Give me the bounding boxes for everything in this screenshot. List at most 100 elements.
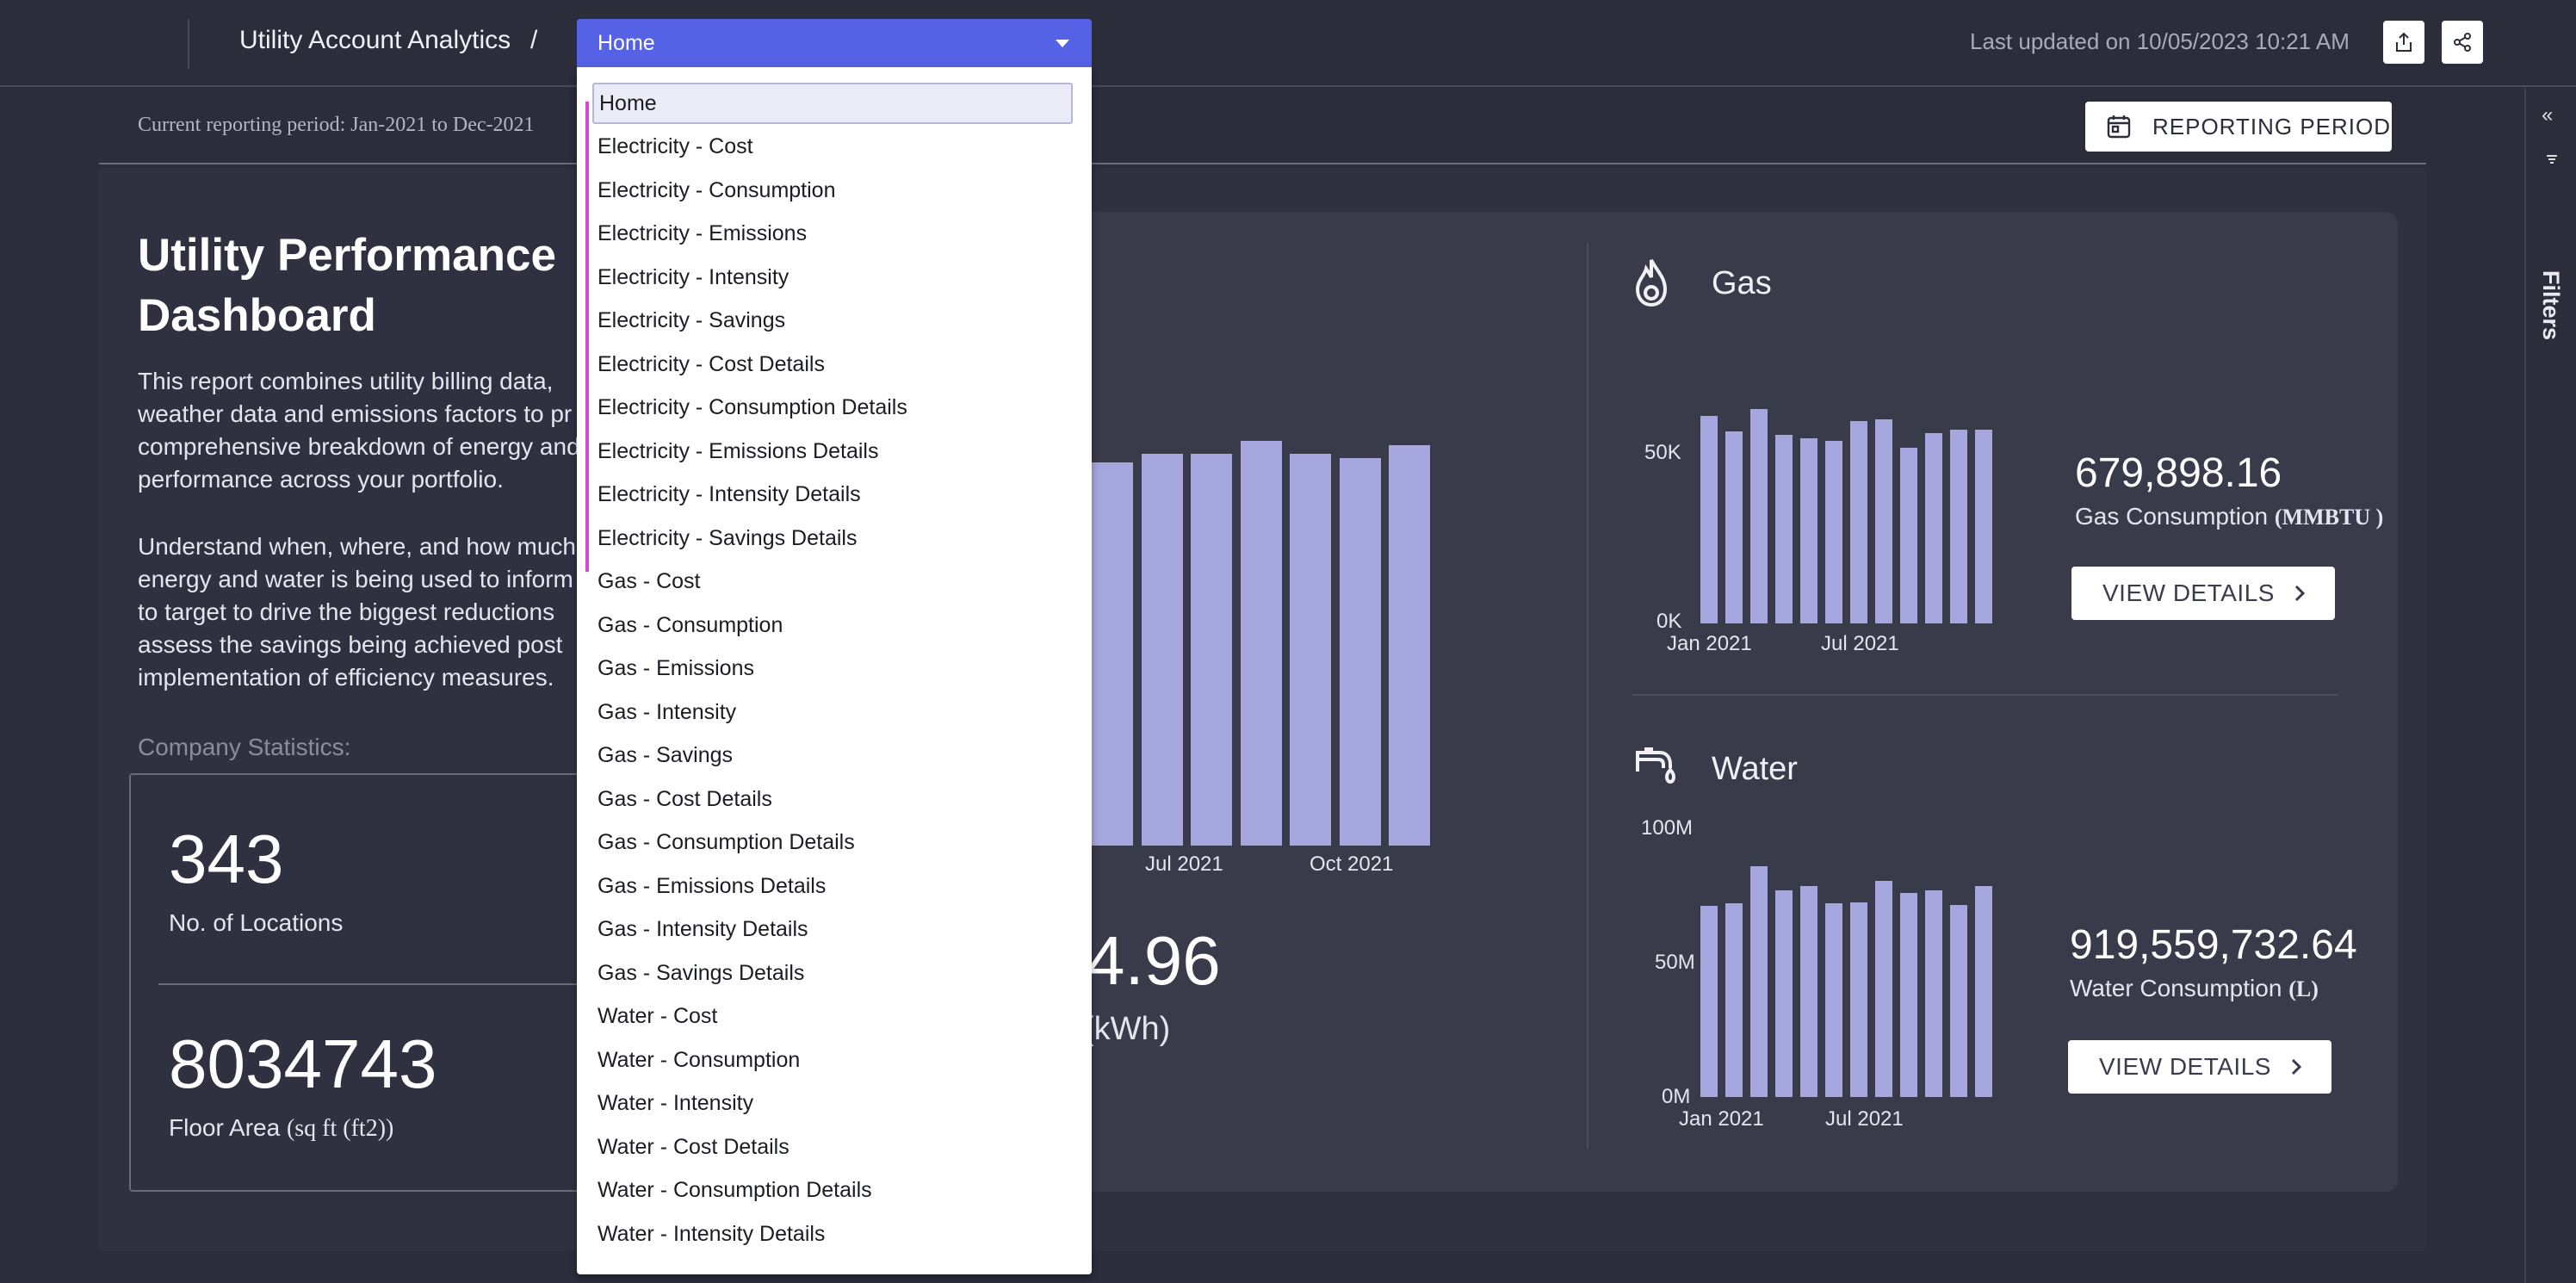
- dropdown-option[interactable]: Gas - Intensity Details: [592, 909, 1073, 951]
- x-tick-label: Jan 2021: [1667, 632, 1752, 655]
- dropdown-option[interactable]: Water - Consumption: [592, 1039, 1073, 1081]
- dropdown-option[interactable]: Water - Intensity Details: [592, 1213, 1073, 1255]
- caret-down-icon: [1056, 40, 1069, 47]
- water-consumption-label-text: Water Consumption: [2070, 975, 2282, 1001]
- locations-value: 343: [169, 821, 284, 897]
- page-select-dropdown[interactable]: Home Electricity - Cost Electricity - Cons…: [577, 67, 1092, 1274]
- y-tick-label: 0M: [1662, 1085, 1691, 1108]
- electricity-bar: [1092, 462, 1133, 846]
- dropdown-option[interactable]: Electricity - Intensity: [592, 257, 1073, 298]
- water-bar: [1875, 881, 1892, 1097]
- dropdown-option[interactable]: Water - Cost: [592, 996, 1073, 1038]
- page-select-value: Home: [598, 30, 655, 55]
- filter-icon: [2547, 155, 2557, 164]
- gas-bar: [1825, 441, 1842, 623]
- water-consumption-label: Water Consumption (L): [2070, 975, 2319, 1002]
- water-bar: [1925, 890, 1942, 1097]
- y-tick-label: 100M: [1641, 816, 1694, 840]
- dropdown-option[interactable]: Electricity - Cost: [592, 127, 1073, 168]
- gas-bar: [1800, 438, 1817, 623]
- dropdown-option[interactable]: Gas - Intensity: [592, 691, 1073, 733]
- gas-bar: [1950, 430, 1967, 623]
- dropdown-option[interactable]: Electricity - Cost Details: [592, 344, 1073, 385]
- water-bar: [1725, 903, 1743, 1097]
- dropdown-option[interactable]: Electricity - Emissions Details: [592, 431, 1073, 472]
- gas-consumption-unit: (MMBTU ): [2274, 505, 2384, 530]
- divider: [1632, 694, 2338, 696]
- dropdown-option[interactable]: Gas - Savings Details: [592, 952, 1073, 994]
- water-bar: [1975, 886, 1992, 1097]
- water-bar: [1775, 890, 1793, 1097]
- divider: [158, 983, 606, 985]
- dropdown-option[interactable]: Gas - Savings: [592, 735, 1073, 777]
- x-tick-label: Jan 2021: [1679, 1107, 1764, 1131]
- flame-icon: [1635, 259, 1668, 307]
- water-bar: [1900, 893, 1917, 1097]
- dropdown-option[interactable]: Gas - Consumption: [592, 604, 1073, 646]
- dropdown-option[interactable]: Electricity - Savings: [592, 301, 1073, 342]
- app-title: Utility Account Analytics: [239, 26, 511, 54]
- filters-pane[interactable]: « Filters: [2524, 88, 2576, 1283]
- company-stats-card: 343 No. of Locations 8034743 Floor Area …: [129, 773, 611, 1192]
- water-title: Water: [1712, 751, 1798, 787]
- scroll-indicator: [585, 102, 589, 572]
- water-bar: [1750, 866, 1768, 1097]
- gas-bar: [1850, 421, 1867, 623]
- y-tick-label: 50K: [1644, 441, 1681, 464]
- gas-consumption-label: Gas Consumption (MMBTU ): [2075, 503, 2385, 530]
- intro-paragraph-2: Understand when, where, and how much ene…: [138, 533, 576, 691]
- dropdown-option[interactable]: Electricity - Emissions: [592, 214, 1073, 255]
- calendar-icon: [2107, 115, 2131, 139]
- x-tick-label: Jul 2021: [1825, 1107, 1904, 1131]
- dropdown-option[interactable]: Electricity - Savings Details: [592, 518, 1073, 559]
- dropdown-option[interactable]: Gas - Emissions Details: [592, 865, 1073, 907]
- gas-bar: [1725, 431, 1743, 623]
- export-button[interactable]: [2383, 21, 2424, 64]
- divider: [99, 163, 2426, 164]
- filters-label[interactable]: Filters: [2537, 270, 2564, 340]
- dropdown-option[interactable]: Home: [592, 83, 1073, 124]
- x-tick-label: Jul 2021: [1821, 632, 1899, 655]
- electricity-bar: [1141, 454, 1183, 846]
- chevron-right-icon: [2294, 585, 2306, 602]
- dropdown-option[interactable]: Water - Consumption Details: [592, 1170, 1073, 1212]
- dropdown-option[interactable]: Electricity - Consumption Details: [592, 387, 1073, 429]
- divider: [188, 19, 189, 69]
- x-tick-label: Jul 2021: [1145, 852, 1223, 876]
- dropdown-option[interactable]: Gas - Cost: [592, 561, 1073, 603]
- dropdown-option[interactable]: Electricity - Intensity Details: [592, 474, 1073, 516]
- gas-bar: [1875, 419, 1892, 623]
- share-button[interactable]: [2442, 21, 2483, 64]
- gas-bar: [1750, 409, 1768, 623]
- electricity-bar: [1191, 454, 1232, 846]
- gas-bar: [1775, 435, 1793, 623]
- water-bar: [1850, 902, 1867, 1097]
- dropdown-option[interactable]: Water - Cost Details: [592, 1126, 1073, 1168]
- page-title: Utility Performance Dashboard: [138, 230, 556, 341]
- water-consumption-unit: (L): [2288, 976, 2319, 1001]
- floor-area-label: Floor Area (sq ft (ft2)): [169, 1114, 393, 1143]
- electricity-bar: [1240, 441, 1282, 846]
- floor-area-unit: (sq ft (ft2)): [286, 1115, 394, 1142]
- gas-bar: [1700, 416, 1718, 623]
- electricity-consumption-unit: (kWh): [1083, 1011, 1171, 1047]
- dropdown-option[interactable]: Electricity - Consumption: [592, 170, 1073, 211]
- page-select[interactable]: Home: [577, 19, 1092, 67]
- collapse-chevrons-icon[interactable]: «: [2542, 103, 2553, 127]
- reporting-period-button[interactable]: REPORTING PERIOD: [2085, 102, 2392, 152]
- water-bar: [1700, 906, 1718, 1097]
- x-tick-label: Oct 2021: [1310, 852, 1394, 876]
- dropdown-option[interactable]: Water - Intensity: [592, 1083, 1073, 1125]
- water-view-details-button[interactable]: VIEW DETAILS: [2068, 1040, 2331, 1094]
- view-details-label: VIEW DETAILS: [2102, 580, 2275, 606]
- water-bar: [1800, 886, 1817, 1097]
- water-bar: [1950, 905, 1967, 1097]
- gas-view-details-button[interactable]: VIEW DETAILS: [2071, 567, 2335, 620]
- reporting-period-text: Current reporting period: Jan-2021 to De…: [138, 114, 535, 136]
- divider: [1587, 243, 1588, 1149]
- gas-bar: [1925, 433, 1942, 623]
- dropdown-option[interactable]: Gas - Consumption Details: [592, 822, 1073, 864]
- dropdown-option[interactable]: Gas - Cost Details: [592, 778, 1073, 820]
- share-icon: [2454, 33, 2471, 52]
- dropdown-option[interactable]: Gas - Emissions: [592, 648, 1073, 690]
